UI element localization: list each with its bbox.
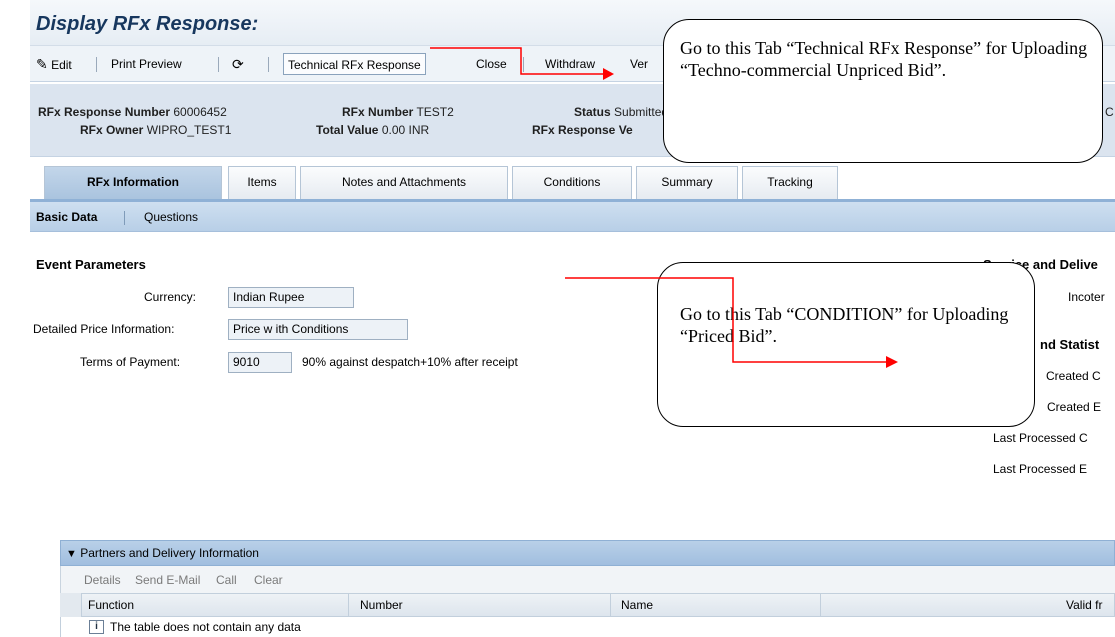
info-icon: i bbox=[89, 620, 104, 634]
partners-heading[interactable]: ▼ Partners and Delivery Information bbox=[66, 546, 259, 560]
column-separator bbox=[610, 593, 611, 617]
triangle-down-icon: ▼ bbox=[66, 548, 77, 560]
col-name[interactable]: Name bbox=[621, 593, 653, 617]
arrow-tech-head bbox=[603, 68, 614, 80]
send-email-button[interactable]: Send E-Mail bbox=[135, 573, 200, 587]
col-valid-from[interactable]: Valid fr bbox=[1066, 593, 1102, 617]
arrow-tech-path bbox=[430, 47, 606, 75]
clear-button[interactable]: Clear bbox=[254, 573, 283, 587]
column-separator bbox=[348, 593, 349, 617]
col-function[interactable]: Function bbox=[88, 593, 134, 617]
arrow-condition-head bbox=[886, 356, 898, 368]
arrow-condition-path bbox=[565, 277, 888, 363]
column-separator bbox=[820, 593, 821, 617]
table-header bbox=[60, 593, 1115, 617]
details-button[interactable]: Details bbox=[84, 573, 121, 587]
call-button[interactable]: Call bbox=[216, 573, 237, 587]
partners-heading-label: Partners and Delivery Information bbox=[80, 546, 259, 560]
empty-table-message: The table does not contain any data bbox=[110, 620, 301, 634]
col-number[interactable]: Number bbox=[360, 593, 403, 617]
